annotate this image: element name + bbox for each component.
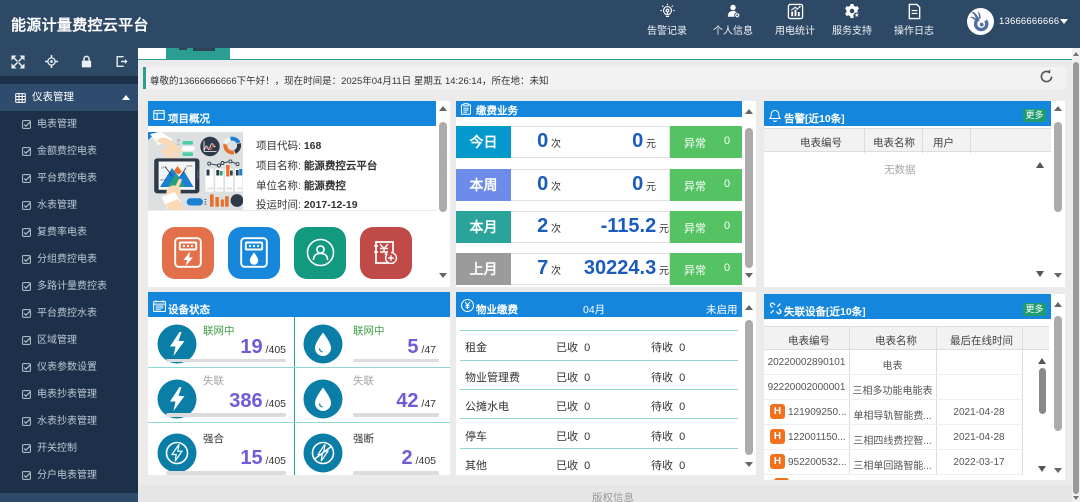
svg-text:23%: 23% (187, 164, 193, 168)
svg-text:13%: 13% (236, 187, 242, 191)
svg-text:14%: 14% (161, 166, 167, 170)
svg-text:46%: 46% (227, 187, 233, 191)
svg-text:87%: 87% (161, 178, 167, 182)
svg-text:12%: 12% (217, 187, 223, 191)
svg-text:21%: 21% (207, 187, 213, 191)
